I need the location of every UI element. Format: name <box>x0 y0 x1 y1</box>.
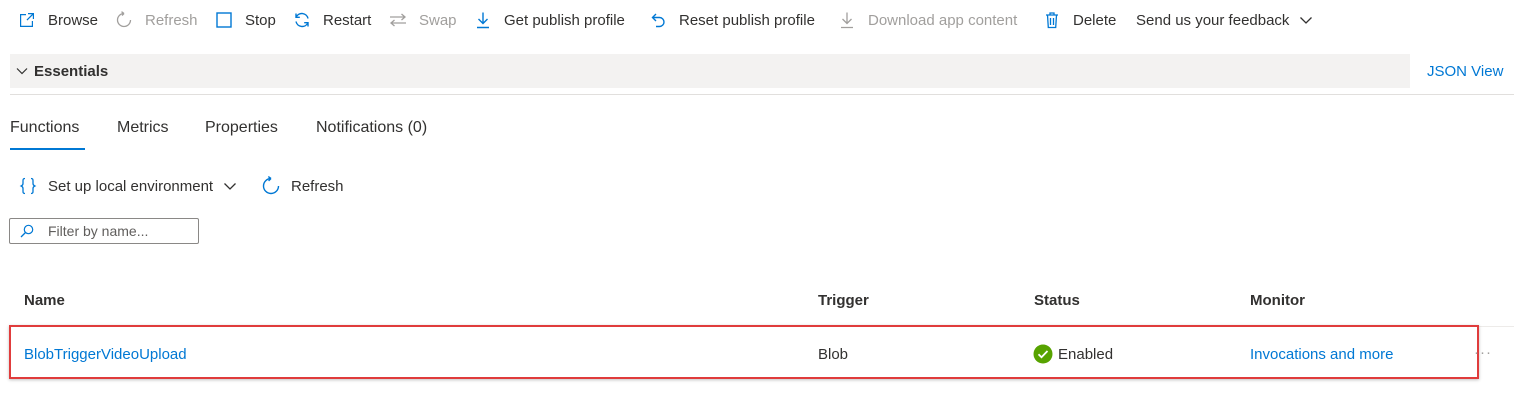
stop-label: Stop <box>245 11 276 29</box>
column-header-trigger[interactable]: Trigger <box>818 292 869 309</box>
browse-button[interactable]: Browse <box>18 0 98 40</box>
refresh-icon <box>262 176 280 195</box>
reset-publish-profile-label: Reset publish profile <box>679 11 815 29</box>
tab-notifications[interactable]: Notifications (0) <box>316 119 427 137</box>
undo-icon <box>651 13 665 28</box>
swap-icon <box>390 13 406 27</box>
get-publish-profile-label: Get publish profile <box>504 11 625 29</box>
restart-label: Restart <box>323 11 372 29</box>
json-view-link[interactable]: JSON View <box>1427 63 1503 80</box>
function-trigger: Blob <box>818 346 849 363</box>
download-app-content-button[interactable]: Download app content <box>838 0 1017 40</box>
column-header-monitor[interactable]: Monitor <box>1250 292 1305 309</box>
stop-button[interactable]: Stop <box>215 0 276 40</box>
open-external-icon <box>20 13 34 27</box>
download-app-content-label: Download app content <box>868 11 1018 29</box>
column-header-status[interactable]: Status <box>1034 292 1080 309</box>
success-check-icon <box>1033 344 1053 364</box>
refresh-button[interactable]: Refresh <box>115 0 198 40</box>
refresh-icon <box>116 11 132 28</box>
active-tab-indicator <box>10 148 85 150</box>
restart-button[interactable]: Restart <box>293 0 371 40</box>
swap-label: Swap <box>419 11 457 29</box>
feedback-button[interactable]: Send us your feedback <box>1136 0 1313 40</box>
swap-button[interactable]: Swap <box>389 0 457 40</box>
stop-icon <box>216 12 232 28</box>
restart-icon <box>295 12 309 28</box>
delete-label: Delete <box>1073 11 1117 29</box>
function-name-link[interactable]: BlobTriggerVideoUpload <box>24 346 187 363</box>
setup-local-environment-button[interactable]: Set up local environment <box>18 174 237 198</box>
delete-button[interactable]: Delete <box>1043 0 1116 40</box>
command-bar: Browse Refresh Stop Restart Swap Get pub… <box>0 0 1514 40</box>
reset-publish-profile-button[interactable]: Reset publish profile <box>649 0 815 40</box>
browse-label: Browse <box>48 11 99 29</box>
chevron-down-icon <box>16 68 28 75</box>
essentials-title: Essentials <box>34 62 109 80</box>
function-status: Enabled <box>1033 344 1113 364</box>
setup-local-environment-label: Set up local environment <box>48 177 214 195</box>
function-status-label: Enabled <box>1058 345 1114 363</box>
chevron-down-icon <box>224 183 237 190</box>
refresh-functions-label: Refresh <box>291 177 344 195</box>
essentials-toggle[interactable]: Essentials <box>10 54 1410 88</box>
search-icon <box>20 224 34 238</box>
trash-icon <box>1046 12 1058 29</box>
filter-box <box>9 218 199 244</box>
refresh-functions-button[interactable]: Refresh <box>261 174 344 198</box>
braces-icon <box>19 177 37 195</box>
tab-metrics[interactable]: Metrics <box>117 119 169 137</box>
feedback-label: Send us your feedback <box>1136 11 1290 29</box>
column-header-name[interactable]: Name <box>24 292 65 309</box>
invocations-link[interactable]: Invocations and more <box>1250 346 1393 363</box>
filter-input[interactable] <box>48 223 178 239</box>
get-publish-profile-button[interactable]: Get publish profile <box>474 0 625 40</box>
download-icon <box>841 12 853 29</box>
more-actions-icon[interactable]: ··· <box>1474 344 1492 361</box>
tab-functions[interactable]: Functions <box>10 119 79 137</box>
chevron-down-icon <box>1300 17 1313 24</box>
download-icon <box>477 12 489 29</box>
refresh-label: Refresh <box>145 11 198 29</box>
divider <box>10 94 1514 95</box>
tab-properties[interactable]: Properties <box>205 119 278 137</box>
